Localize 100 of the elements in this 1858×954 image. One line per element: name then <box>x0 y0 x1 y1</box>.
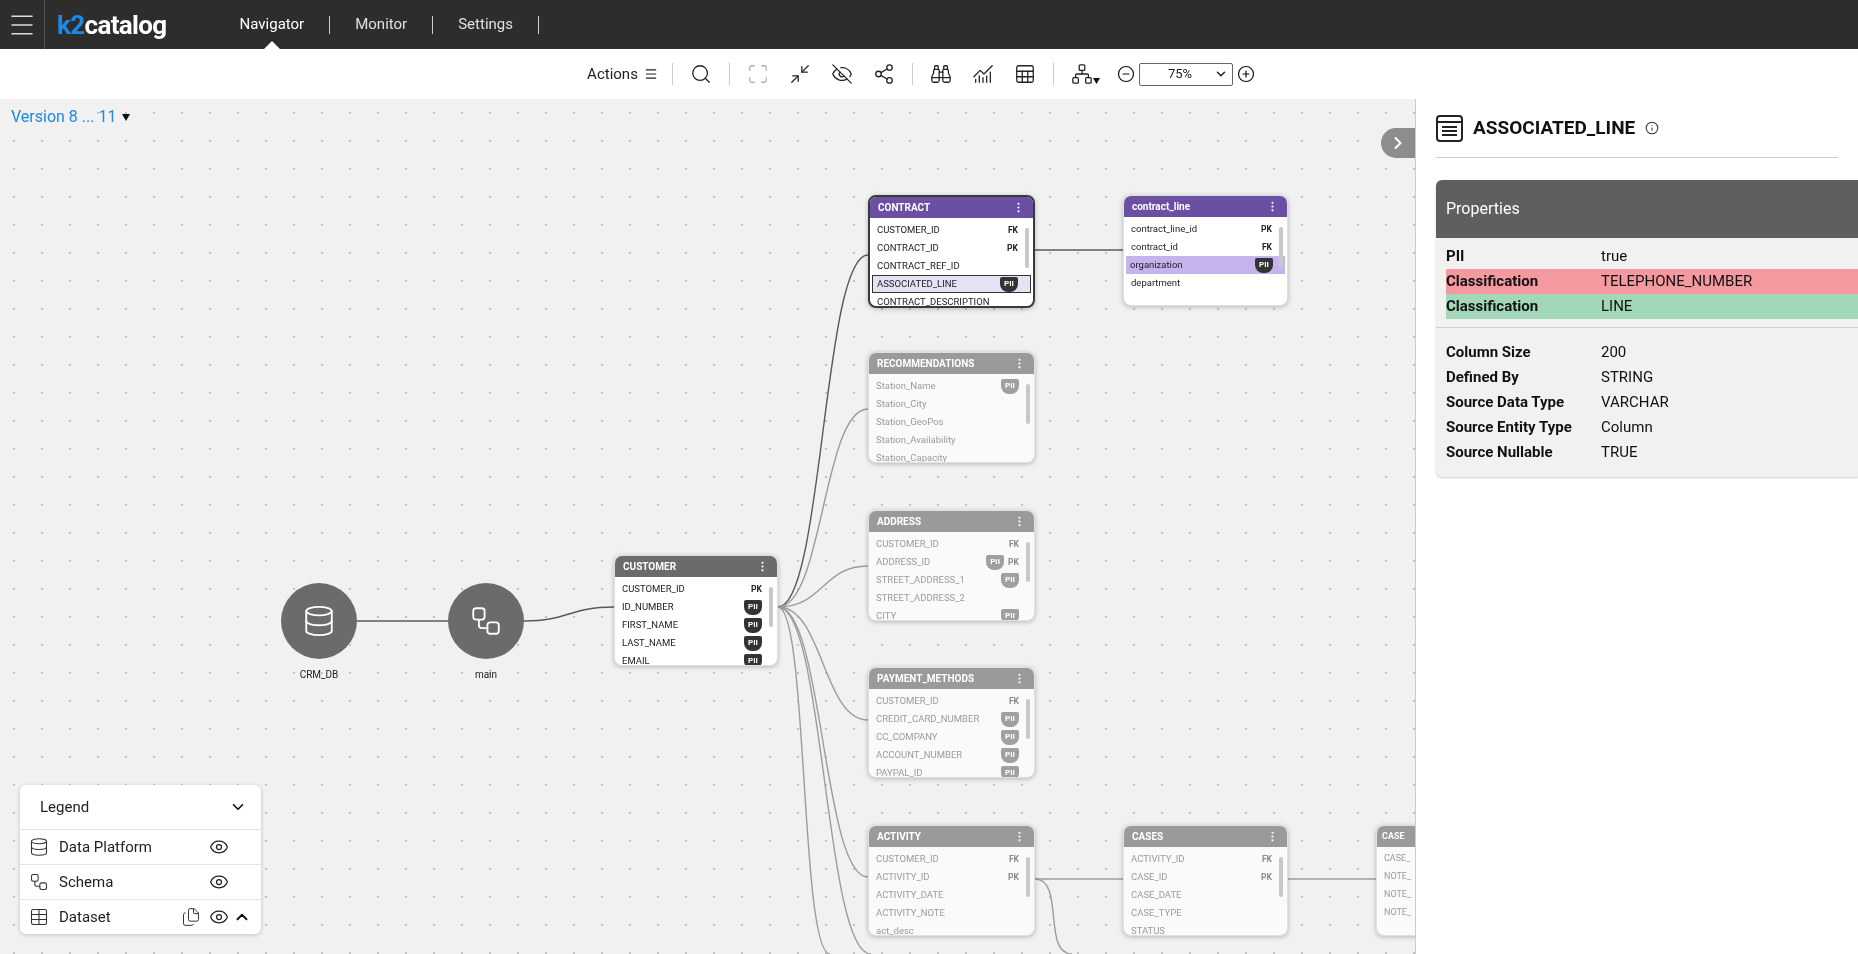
column-row[interactable]: LAST_NAME PII <box>617 634 775 652</box>
eye-off-icon <box>830 63 853 85</box>
column-row[interactable]: CASE_ID PK <box>1126 868 1285 886</box>
column-row[interactable]: ADDRESS_ID PII PK <box>871 553 1032 571</box>
logo: k2catalog <box>57 8 167 42</box>
table-card[interactable]: CASE CASE_ NOTE_ NOTE_ NOTE_ <box>1376 825 1415 936</box>
column-row[interactable]: CASE_DATE <box>1126 886 1285 904</box>
property-value: 200 <box>1601 342 1628 364</box>
table-title: ACTIVITY <box>877 830 921 844</box>
column-row[interactable]: CONTRACT_ID PK <box>872 239 1031 257</box>
scrollbar[interactable] <box>1026 542 1030 582</box>
column-row[interactable]: CASE_TYPE <box>1126 904 1285 922</box>
table-card[interactable]: CASES ACTIVITY_ID FK CASE_ID PK CASE_DATE CASE_TYPE STATUS <box>1123 825 1288 936</box>
table-title: contract_line <box>1132 200 1191 214</box>
zoom-in-button[interactable] <box>1236 65 1255 83</box>
column-row[interactable]: PAYPAL_ID PII <box>871 764 1032 777</box>
column-row[interactable]: EMAIL PII <box>617 652 775 665</box>
column-row[interactable]: Station_Name PII <box>871 377 1032 395</box>
info-icon[interactable] <box>1645 121 1660 135</box>
column-row[interactable]: contract_id FK <box>1126 238 1285 256</box>
column-row[interactable]: ASSOCIATED_LINE PII <box>872 275 1031 293</box>
key-label: FK <box>1261 240 1272 254</box>
scrollbar[interactable] <box>1026 857 1030 897</box>
column-row[interactable]: CUSTOMER_ID FK <box>872 221 1031 239</box>
column-row[interactable]: STATUS <box>1126 922 1285 935</box>
column-row[interactable]: ACTIVITY_NOTE <box>871 904 1032 922</box>
scrollbar[interactable] <box>1279 227 1283 267</box>
scrollbar[interactable] <box>1026 699 1030 739</box>
key-label: PK <box>1008 870 1019 884</box>
column-row[interactable]: CITY PII <box>871 607 1032 620</box>
property-label: Defined By <box>1446 367 1520 389</box>
documents-icon[interactable] <box>181 907 201 927</box>
property-label: Classification <box>1446 271 1540 293</box>
network-icon <box>1070 63 1093 85</box>
column-name: FIRST_NAME <box>622 617 679 632</box>
column-row[interactable]: CASE_ <box>1379 850 1415 868</box>
column-name: CUSTOMER_ID <box>622 581 685 596</box>
column-row[interactable]: STREET_ADDRESS_2 <box>871 589 1032 607</box>
table-card[interactable]: PAYMENT_METHODS CUSTOMER_ID FK CREDIT_CARD_NUMBER PII CC_COMPANY PII ACCOUNT_NUMBER PII PAYPAL_ID PII <box>868 667 1035 778</box>
table-card[interactable]: ACTIVITY CUSTOMER_ID FK ACTIVITY_ID PK ACTIVITY_DATE ACTIVITY_NOTE act_desc <box>868 825 1035 936</box>
column-row[interactable]: organization PII <box>1126 256 1285 274</box>
card-title: Properties <box>1446 198 1520 220</box>
nav-tab[interactable]: Monitor <box>330 0 433 49</box>
version-link[interactable]: Version 8 ... 11 <box>11 105 131 129</box>
table-card[interactable]: CUSTOMER CUSTOMER_ID PK ID_NUMBER PII FIRST_NAME PII LAST_NAME PII EMAIL PII <box>614 555 778 666</box>
table-card[interactable]: CONTRACT CUSTOMER_ID FK CONTRACT_ID PK CONTRACT_REF_ID ASSOCIATED_LINE PII CONTRACT_DESCRIPTION <box>868 195 1035 308</box>
collapse-panel-button[interactable] <box>1381 128 1415 158</box>
column-row[interactable]: CONTRACT_REF_ID <box>872 257 1031 275</box>
pii-badge: PII <box>986 554 1005 570</box>
column-row[interactable]: Station_Availability <box>871 431 1032 449</box>
column-name: CASE_DATE <box>1131 887 1182 902</box>
column-name: ID_NUMBER <box>622 599 674 614</box>
actions-button[interactable]: Actions <box>587 62 658 86</box>
column-name: act_desc <box>876 923 914 935</box>
scrollbar[interactable] <box>1025 228 1029 268</box>
table-card[interactable]: ADDRESS CUSTOMER_ID FK ADDRESS_ID PII PK STREET_ADDRESS_1 PII STREET_ADDRESS_2 CITY PII <box>868 510 1035 621</box>
column-name: CASE_ID <box>1131 869 1168 884</box>
column-row[interactable]: Station_City <box>871 395 1032 413</box>
scrollbar[interactable] <box>769 587 773 627</box>
schema-icon <box>469 604 503 638</box>
nav-tab[interactable]: Navigator <box>214 0 330 49</box>
column-row[interactable]: Station_GeoPos <box>871 413 1032 431</box>
column-row[interactable]: ACTIVITY_DATE <box>871 886 1032 904</box>
column-row[interactable]: CUSTOMER_ID FK <box>871 535 1032 553</box>
column-row[interactable]: CUSTOMER_ID FK <box>871 692 1032 710</box>
column-row[interactable]: CC_COMPANY PII <box>871 728 1032 746</box>
column-row[interactable]: NOTE_ <box>1379 886 1415 904</box>
pii-badge: PII <box>744 617 762 633</box>
legend-label: Schema <box>59 871 115 893</box>
pii-badge: PII <box>1001 729 1019 745</box>
table-card[interactable]: contract_line contract_line_id PK contract_id FK organization PII department <box>1123 195 1288 306</box>
column-row[interactable]: department <box>1126 274 1285 292</box>
scrollbar[interactable] <box>1026 384 1030 424</box>
scrollbar[interactable] <box>1279 857 1283 897</box>
column-row[interactable]: ID_NUMBER PII <box>617 598 775 616</box>
column-row[interactable]: act_desc <box>871 922 1032 935</box>
column-row[interactable]: CUSTOMER_ID FK <box>871 850 1032 868</box>
column-row[interactable]: CUSTOMER_ID PK <box>617 580 775 598</box>
column-row[interactable]: NOTE_ <box>1379 904 1415 922</box>
pii-badge: PII <box>1000 276 1018 292</box>
column-row[interactable]: CONTRACT_DESCRIPTION <box>872 293 1031 306</box>
column-row[interactable]: CREDIT_CARD_NUMBER PII <box>871 710 1032 728</box>
column-row[interactable]: FIRST_NAME PII <box>617 616 775 634</box>
table-title: CONTRACT <box>878 201 931 215</box>
node-label: CRM_DB <box>299 668 339 682</box>
column-row[interactable]: contract_line_id PK <box>1126 220 1285 238</box>
zoom-select[interactable]: 75% <box>1138 62 1233 86</box>
column-row[interactable]: ACTIVITY_ID FK <box>1126 850 1285 868</box>
column-name: NOTE_ <box>1384 906 1412 920</box>
column-row[interactable]: ACCOUNT_NUMBER PII <box>871 746 1032 764</box>
pii-badge: PII <box>1001 747 1019 763</box>
key-label: PK <box>1008 555 1019 569</box>
zoom-out-button[interactable] <box>1116 65 1135 83</box>
column-row[interactable]: ACTIVITY_ID PK <box>871 868 1032 886</box>
nav-tab[interactable]: Settings <box>433 0 538 49</box>
property-value: STRING <box>1601 367 1655 389</box>
pii-badge: PII <box>1001 711 1019 727</box>
table-title: RECOMMENDATIONS <box>877 357 975 371</box>
column-row[interactable]: NOTE_ <box>1379 868 1415 886</box>
column-row[interactable]: STREET_ADDRESS_1 PII <box>871 571 1032 589</box>
